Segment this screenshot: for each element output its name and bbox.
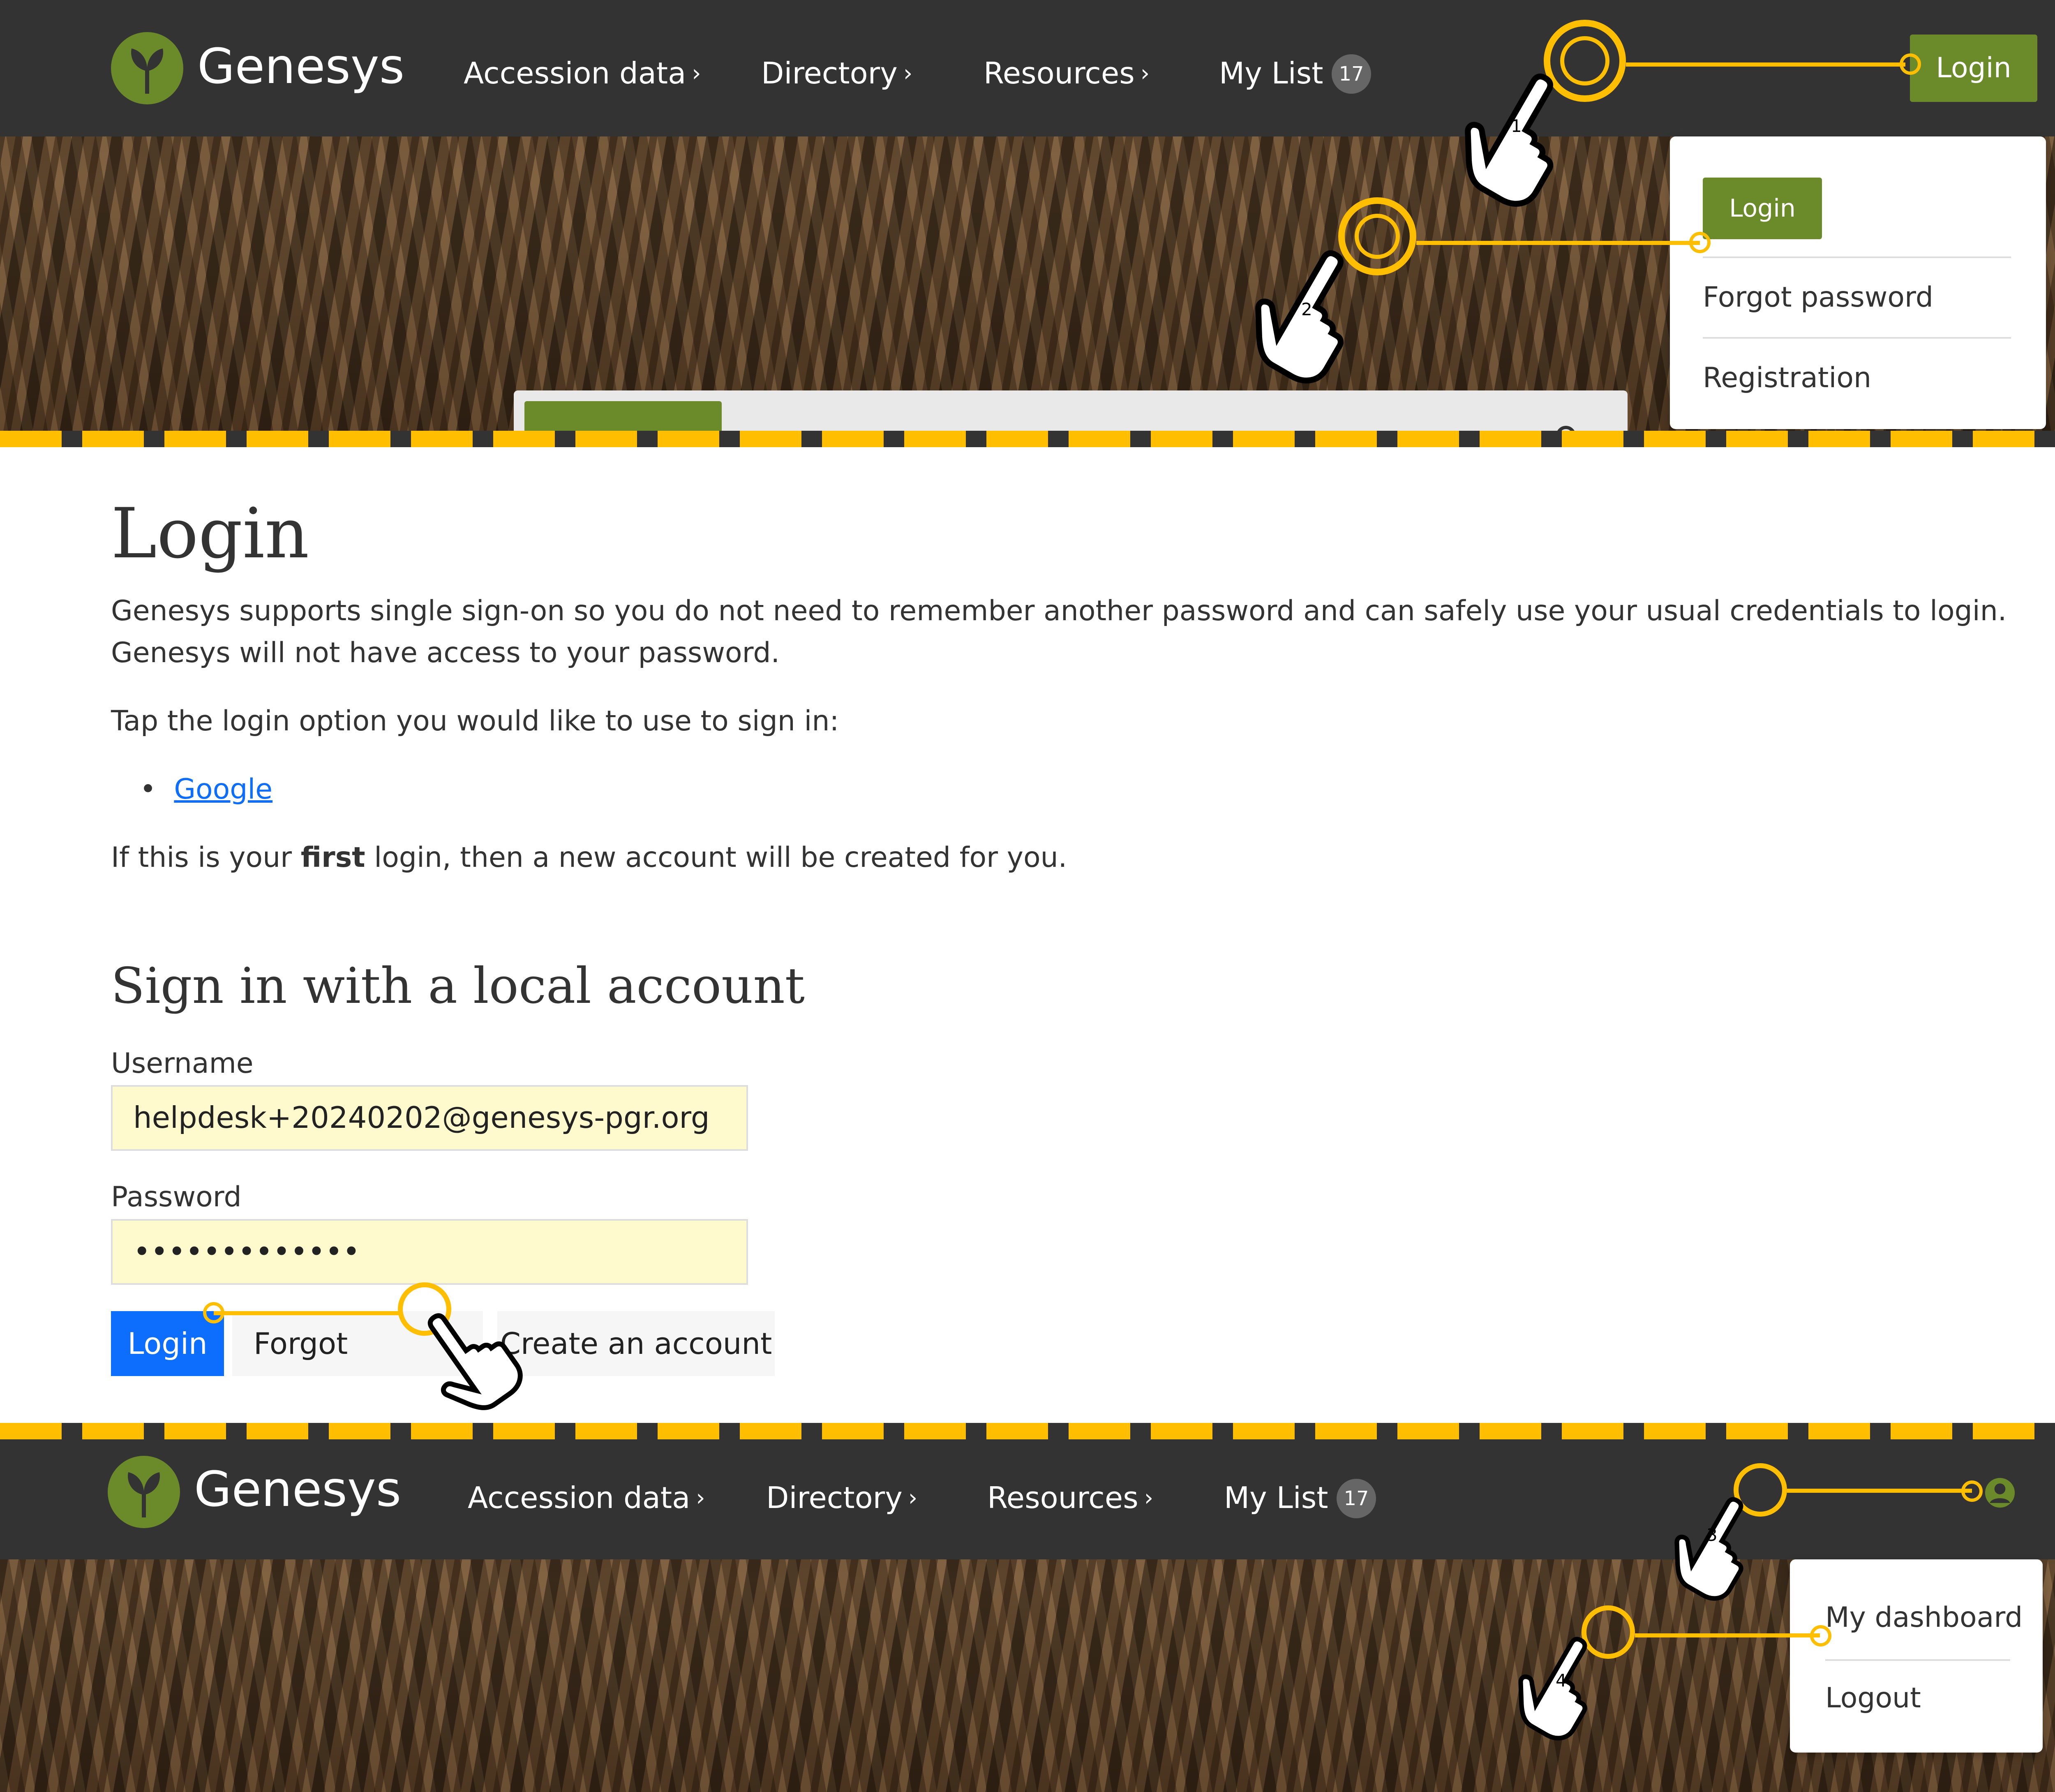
brand-name[interactable]: Genesys <box>194 1461 401 1517</box>
nav-accession-data[interactable]: Accession data › <box>468 1480 705 1515</box>
dropdown-forgot-password[interactable]: Forgot password <box>1703 281 1933 314</box>
genesys-logo-icon[interactable] <box>111 32 183 104</box>
user-dropdown-menu: My dashboard Logout <box>1790 1559 2043 1753</box>
connector-end-dot-4 <box>1810 1625 1831 1647</box>
step-number-1: 1 <box>1511 116 1522 136</box>
password-field[interactable]: ••••••••••••• <box>111 1219 748 1285</box>
chevron-right-icon: › <box>696 1485 705 1511</box>
google-login-link[interactable]: Google <box>174 773 272 806</box>
hero-background-top: Genesys Accession data › Directory › Resou… <box>0 0 2055 444</box>
nav-label: Resources <box>984 56 1135 90</box>
connector-end-dot-login <box>203 1302 224 1323</box>
leaf-icon <box>131 48 163 94</box>
menu-divider <box>1703 337 2011 339</box>
tap-target-ring-2-inner <box>1355 214 1400 259</box>
step-number-3: 3 <box>1706 1525 1718 1545</box>
nav-my-list[interactable]: My List <box>1219 56 1323 90</box>
page-title: Login <box>111 493 309 574</box>
first-login-note: If this is your first login, then a new … <box>111 837 1067 879</box>
first-login-pre: If this is your <box>111 841 301 874</box>
local-account-heading: Sign in with a local account <box>111 958 805 1015</box>
tap-prompt-text: Tap the login option you would like to u… <box>111 705 839 737</box>
dropdown-login-button[interactable]: Login <box>1703 178 1822 239</box>
connector-line-3 <box>1787 1489 1972 1493</box>
password-label: Password <box>111 1181 242 1213</box>
header-login-button[interactable]: Login <box>1910 35 2037 102</box>
connector-line-1 <box>1626 62 1905 67</box>
chevron-right-icon: › <box>692 60 701 87</box>
leaf-icon <box>128 1472 160 1517</box>
dropdown-my-dashboard[interactable]: My dashboard <box>1825 1601 2023 1634</box>
username-field[interactable]: helpdesk+20240202@genesys-pgr.org <box>111 1085 748 1151</box>
genesys-logo-icon[interactable] <box>108 1456 180 1528</box>
nav-label: My List <box>1219 56 1323 90</box>
my-list-count-badge: 17 <box>1337 1479 1376 1518</box>
bullet-icon: • <box>140 773 174 806</box>
section-divider-top <box>0 431 2055 447</box>
nav-label: Accession data <box>464 56 686 90</box>
username-label: Username <box>111 1047 254 1080</box>
step-number-2: 2 <box>1301 299 1312 319</box>
nav-directory[interactable]: Directory › <box>766 1480 917 1515</box>
chevron-right-icon: › <box>903 60 913 87</box>
top-navigation-bar: Genesys Accession data › Directory › Resou… <box>0 0 2055 136</box>
my-list-count-badge: 17 <box>1332 54 1371 94</box>
menu-divider <box>1703 256 2011 258</box>
section-divider-bottom <box>0 1423 2055 1439</box>
nav-accession-data[interactable]: Accession data › <box>464 56 701 90</box>
nav-resources[interactable]: Resources › <box>987 1480 1153 1515</box>
login-dropdown-menu: Login Forgot password Registration <box>1670 136 2046 429</box>
provider-list-item: • Google <box>140 769 272 811</box>
connector-end-dot-3 <box>1961 1480 1983 1502</box>
nav-label: Accession data <box>468 1480 690 1515</box>
connector-line-2 <box>1416 241 1700 245</box>
dropdown-registration[interactable]: Registration <box>1703 362 1871 394</box>
nav-resources[interactable]: Resources › <box>984 56 1150 90</box>
sso-intro-text: Genesys supports single sign-on so you d… <box>111 595 2007 669</box>
step-number-4: 4 <box>1556 1670 1567 1690</box>
chevron-right-icon: › <box>908 1485 918 1511</box>
connector-line-login <box>214 1311 399 1315</box>
nav-label: Directory <box>766 1480 903 1515</box>
first-login-post: login, then a new account will be create… <box>365 841 1067 874</box>
nav-label: Directory <box>761 56 898 90</box>
nav-label: Resources <box>987 1480 1138 1515</box>
connector-end-dot-1 <box>1900 53 1921 75</box>
first-login-bold: first <box>300 841 365 874</box>
user-account-icon[interactable] <box>1984 1477 2016 1508</box>
nav-directory[interactable]: Directory › <box>761 56 912 90</box>
chevron-right-icon: › <box>1140 60 1150 87</box>
menu-divider <box>1825 1659 2010 1661</box>
brand-name[interactable]: Genesys <box>197 38 404 95</box>
dropdown-logout[interactable]: Logout <box>1825 1682 1921 1714</box>
connector-end-dot-2 <box>1689 232 1711 253</box>
nav-my-list[interactable]: My List <box>1224 1480 1328 1515</box>
connector-line-4 <box>1635 1633 1820 1637</box>
nav-label: My List <box>1224 1480 1328 1515</box>
chevron-right-icon: › <box>1144 1485 1154 1511</box>
